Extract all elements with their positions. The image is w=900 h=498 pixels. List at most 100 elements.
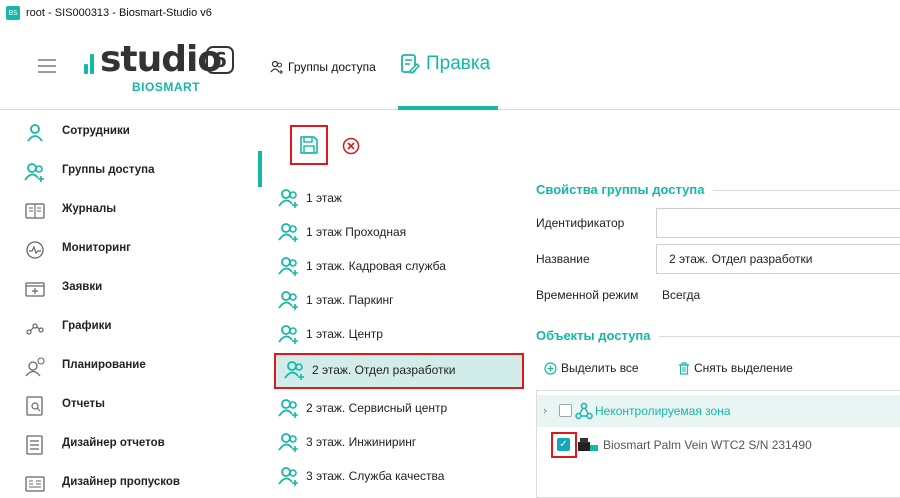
window-title: root - SIS000313 - Biosmart-Studio v6 [26, 7, 212, 19]
sidebar-item-pass-designer[interactable]: Дизайнер пропусков [0, 464, 262, 498]
time-mode-label: Временной режим [536, 288, 639, 302]
cancel-button[interactable] [342, 137, 360, 155]
sidebar-item-label: Дизайнер отчетов [62, 437, 165, 449]
monitoring-icon [24, 239, 46, 261]
add-circle-icon [544, 361, 557, 375]
list-item-label: 3 этаж. Служба качества [306, 469, 445, 483]
sidebar-item-label: Графики [62, 320, 112, 332]
person-icon [24, 122, 46, 144]
logo-subtitle: BIOSMART [132, 80, 200, 94]
sidebar-item-label: Группы доступа [62, 164, 155, 176]
device-reader-icon [578, 438, 598, 451]
sidebar-item-planning[interactable]: Планирование [0, 347, 262, 387]
logo-version: 6 [206, 46, 234, 74]
list-item-label: 2 этаж. Отдел разработки [312, 363, 456, 377]
sidebar-item-label: Планирование [62, 359, 146, 371]
edit-document-icon [401, 54, 420, 75]
group-icon [278, 257, 298, 276]
sidebar-item-employees[interactable]: Сотрудники [0, 113, 262, 153]
sidebar-item-report-designer[interactable]: Дизайнер отчетов [0, 425, 262, 465]
section-divider [706, 190, 900, 191]
sidebar-item-label: Журналы [62, 203, 117, 215]
list-item-label: 1 этаж. Паркинг [306, 293, 394, 307]
group-icon [284, 361, 304, 380]
sidebar-item-schedules[interactable]: Графики [0, 308, 262, 348]
identifier-label: Идентификатор [536, 216, 625, 230]
objects-section-title: Объекты доступа [536, 328, 659, 343]
list-item[interactable]: 3 этаж. Служба качества [268, 459, 526, 493]
sidebar-item-monitoring[interactable]: Мониторинг [0, 230, 262, 270]
select-all-button[interactable]: Выделить все [544, 361, 639, 375]
report-designer-icon [24, 434, 46, 456]
tab-edit-label: Правка [426, 53, 491, 74]
tree-row-device[interactable]: ✓ Biosmart Palm Vein WTC2 S/N 231490 [537, 429, 900, 461]
group-icon [270, 60, 283, 74]
tab-edit[interactable]: Правка [400, 53, 490, 75]
chevron-right-icon[interactable]: › [543, 404, 547, 417]
hamburger-menu-icon[interactable] [38, 59, 56, 73]
group-icon [24, 161, 46, 183]
tree-row-zone[interactable]: › Неконтролируемая зона [537, 395, 900, 427]
logo: studio 6 BIOSMART [84, 38, 254, 98]
group-icon [278, 223, 298, 242]
reports-icon [24, 395, 46, 417]
sidebar-active-indicator [258, 151, 262, 187]
zone-label: Неконтролируемая зона [595, 404, 731, 418]
group-icon [278, 325, 298, 344]
planning-icon [24, 356, 46, 378]
app-header: studio 6 BIOSMART Группы доступа Правка [0, 26, 900, 110]
list-item-label: 1 этаж. Центр [306, 327, 383, 341]
list-item-label: 3 этаж. Инжиниринг [306, 435, 417, 449]
zone-checkbox[interactable] [559, 404, 572, 417]
list-item-selected[interactable]: 2 этаж. Отдел разработки [274, 353, 524, 389]
group-icon [278, 433, 298, 452]
group-properties-panel: Свойства группы доступа Идентификатор На… [526, 178, 900, 498]
name-field[interactable]: 2 этаж. Отдел разработки [656, 244, 900, 274]
list-item-label: 2 этаж. Сервисный центр [306, 401, 448, 415]
list-item[interactable]: 1 этаж. Центр [268, 317, 526, 351]
sidebar-item-label: Сотрудники [62, 125, 130, 137]
save-button[interactable] [290, 125, 328, 165]
list-item[interactable]: 2 этаж. Сервисный центр [268, 391, 526, 425]
device-checkbox[interactable]: ✓ [557, 438, 570, 451]
schedule-icon [24, 317, 46, 339]
nav-access-groups-label: Группы доступа [288, 60, 376, 74]
group-icon [278, 189, 298, 208]
list-item[interactable]: 1 этаж [268, 181, 526, 215]
deselect-label: Снять выделение [694, 361, 793, 375]
time-mode-value[interactable]: Всегда [662, 288, 700, 302]
access-group-list: 1 этаж 1 этаж Проходная 1 этаж. Кадровая… [268, 178, 526, 498]
trash-icon [678, 361, 690, 375]
select-all-label: Выделить все [561, 361, 639, 375]
sidebar-item-access-groups[interactable]: Группы доступа [0, 152, 262, 192]
device-label: Biosmart Palm Vein WTC2 S/N 231490 [603, 438, 812, 452]
app-icon: BS [6, 6, 20, 20]
properties-section-title: Свойства группы доступа [536, 182, 713, 197]
group-icon [278, 291, 298, 310]
identifier-field[interactable] [656, 208, 900, 238]
sidebar-item-label: Дизайнер пропусков [62, 476, 180, 488]
sidebar: Сотрудники Группы доступа Журналы Монито… [0, 111, 262, 498]
list-item-label: 1 этаж [306, 191, 342, 205]
sidebar-item-reports[interactable]: Отчеты [0, 386, 262, 426]
journal-icon [24, 200, 46, 222]
deselect-button[interactable]: Снять выделение [678, 361, 793, 375]
active-tab-indicator [398, 106, 498, 110]
pass-designer-icon [24, 473, 46, 495]
list-item[interactable]: 3 этаж. Инжиниринг [268, 425, 526, 459]
access-objects-tree: › Неконтролируемая зона ✓ Biosmart Palm … [536, 390, 900, 498]
list-item[interactable]: 1 этаж. Кадровая служба [268, 249, 526, 283]
list-item[interactable]: 1 этаж. Паркинг [268, 283, 526, 317]
list-item-label: 1 этаж Проходная [306, 225, 407, 239]
nav-access-groups[interactable]: Группы доступа [270, 60, 376, 74]
logo-word: studio [100, 39, 222, 80]
sidebar-item-requests[interactable]: Заявки [0, 269, 262, 309]
list-item[interactable]: 1 этаж Проходная [268, 215, 526, 249]
save-icon [300, 136, 318, 154]
list-item-label: 1 этаж. Кадровая служба [306, 259, 446, 273]
section-divider [646, 336, 900, 337]
title-bar: BS root - SIS000313 - Biosmart-Studio v6 [0, 0, 900, 26]
sidebar-item-journals[interactable]: Журналы [0, 191, 262, 231]
zone-network-icon [575, 402, 593, 420]
sidebar-item-label: Заявки [62, 281, 103, 293]
